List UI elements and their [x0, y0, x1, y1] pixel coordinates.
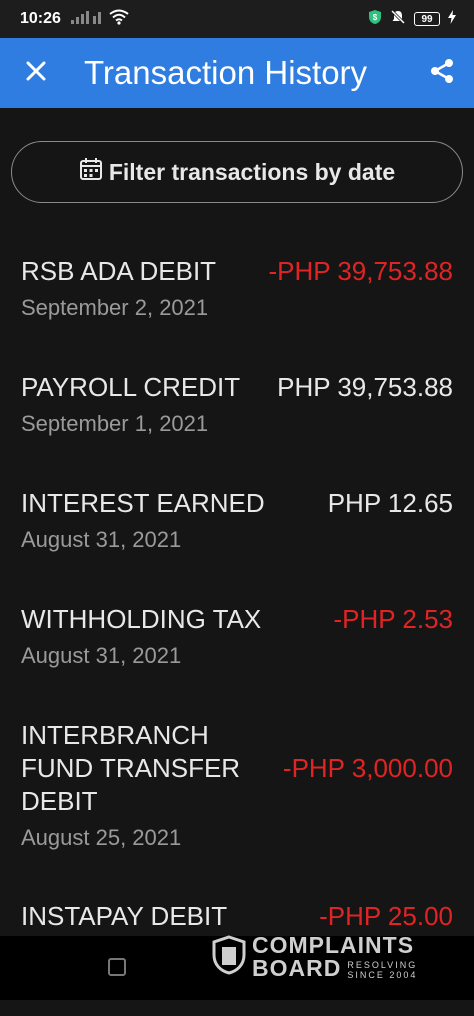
page-title: Transaction History [84, 54, 368, 91]
recent-apps-button[interactable] [108, 958, 126, 976]
watermark-line1: COMPLAINTS [252, 932, 415, 958]
status-time: 10:26 [20, 10, 61, 27]
transaction-row[interactable]: INTEREST EARNED August 31, 2021 PHP 12.6… [0, 487, 474, 603]
watermark-tag1: RESOLVING [347, 960, 418, 970]
share-button[interactable] [410, 38, 474, 108]
battery-icon: 99 [414, 12, 440, 26]
battery-level: 99 [421, 13, 433, 25]
transaction-name: INSTAPAY DEBIT [21, 901, 228, 931]
filter-by-date-button[interactable]: Filter transactions by date [11, 141, 463, 203]
shield-icon: $ [368, 9, 382, 30]
transaction-list: RSB ADA DEBIT September 2, 2021 -PHP 39,… [0, 255, 474, 1016]
status-bar: 10:26 $ 99 [0, 0, 474, 38]
transaction-row[interactable]: PAYROLL CREDIT September 1, 2021 PHP 39,… [0, 371, 474, 487]
status-left-icons [70, 9, 129, 30]
transaction-name: INTEREST EARNED [21, 488, 265, 518]
charging-icon [448, 9, 456, 29]
transaction-row[interactable]: INTERBRANCH FUND TRANSFER DEBIT August 2… [0, 719, 474, 900]
transaction-date: August 25, 2021 [21, 825, 182, 850]
filter-label: Filter transactions by date [108, 158, 396, 185]
svg-text:$: $ [373, 13, 378, 22]
transaction-date: August 31, 2021 [21, 527, 182, 552]
watermark: COMPLAINTS BOARD RESOLVING SINCE 2004 [212, 934, 417, 980]
transaction-row[interactable]: RSB ADA DEBIT September 2, 2021 -PHP 39,… [0, 255, 474, 371]
share-icon [429, 58, 455, 89]
mute-icon [390, 9, 406, 30]
complaints-board-logo-icon [212, 934, 246, 980]
calendar-icon [79, 157, 103, 187]
signal-icon [70, 10, 103, 29]
wifi-icon [109, 9, 129, 30]
watermark-line2: BOARD [252, 955, 342, 981]
transaction-name: WITHHOLDING TAX [21, 604, 262, 634]
app-bar: Transaction History [0, 38, 474, 108]
transaction-amount: PHP 12.65 [327, 488, 453, 518]
transaction-date: September 2, 2021 [21, 295, 209, 320]
transaction-amount: PHP 39,753.88 [277, 372, 453, 402]
transaction-amount: -PHP 39,753.88 [268, 256, 453, 286]
transaction-name: PAYROLL CREDIT [21, 372, 241, 402]
transaction-amount: -PHP 3,000.00 [282, 753, 453, 783]
status-right-icons: $ 99 [368, 9, 456, 30]
watermark-tag2: SINCE 2004 [347, 970, 418, 980]
close-icon [26, 61, 46, 86]
transaction-date: September 1, 2021 [21, 411, 209, 436]
transaction-date: August 31, 2021 [21, 643, 182, 668]
transaction-name: RSB ADA DEBIT [21, 256, 217, 286]
transaction-row[interactable]: WITHHOLDING TAX August 31, 2021 -PHP 2.5… [0, 603, 474, 719]
transaction-name: INTERBRANCH FUND TRANSFER DEBIT [21, 720, 241, 816]
close-button[interactable] [0, 38, 72, 108]
transaction-amount: -PHP 2.53 [333, 604, 453, 634]
